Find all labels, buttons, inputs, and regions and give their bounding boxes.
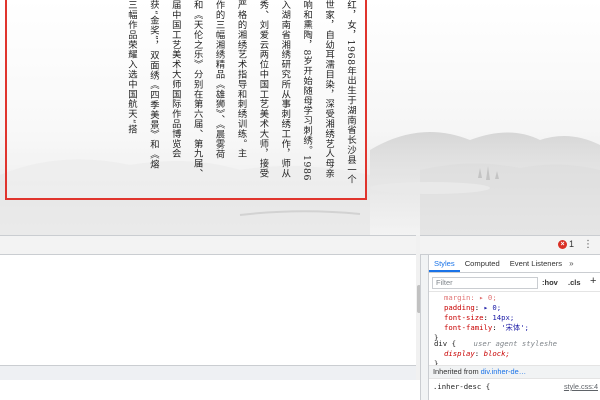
text-column: 获“金奖”，双面绣《四季美景》和《熔 <box>147 0 159 170</box>
dom-breadcrumb-bar[interactable] <box>0 365 416 380</box>
error-count: 1 <box>568 239 574 249</box>
css-declaration[interactable]: font-size: 14px; <box>434 313 529 323</box>
text-column: 响和熏陶，8岁开始随母学习刺绣。1986 <box>301 0 313 182</box>
class-toggle[interactable]: .cls <box>568 278 581 287</box>
css-selector[interactable]: .inher-desc { <box>433 382 490 391</box>
tab-computed[interactable]: Computed <box>460 255 505 272</box>
text-column: 和《天伦之乐》分别在第六届、第九届、 <box>191 0 203 179</box>
inherited-element-link[interactable]: div.inher-de… <box>481 367 526 376</box>
ua-stylesheet-label: user agent styleshe <box>473 339 558 348</box>
css-value: block; <box>483 349 510 358</box>
text-column: 红，女，1968年出生于湖南省长沙县一个 <box>345 0 356 185</box>
css-value: ▸ 0; <box>483 303 502 312</box>
more-tabs-icon[interactable]: » <box>567 255 573 272</box>
css-property: display <box>444 349 475 358</box>
tab-styles[interactable]: Styles <box>429 255 460 272</box>
css-declaration-cut: margin: ▸ 0; <box>444 293 497 302</box>
text-column: 入湖南省湘绣研究所从事刺绣工作，师从 <box>279 0 291 179</box>
web-page-viewport: 红，女，1968年出生于湖南省长沙县一个 世家，自幼耳濡目染，深受湘绣艺人母亲 … <box>0 0 600 235</box>
css-selector[interactable]: div { <box>434 339 456 348</box>
highlighted-text-element[interactable]: 红，女，1968年出生于湖南省长沙县一个 世家，自幼耳濡目染，深受湘绣艺人母亲 … <box>5 0 367 200</box>
text-column: 届中国工艺美术大师国际作品博览会 <box>169 0 181 159</box>
stylesheet-source-link[interactable]: style.css:4 <box>564 382 598 392</box>
pane-splitter[interactable] <box>420 255 429 400</box>
style-rule-block: margin: ▸ 0; padding: ▸ 0; font-size: 14… <box>434 293 529 343</box>
css-value: 14px; <box>492 313 515 322</box>
css-property: font-size <box>444 313 484 322</box>
css-declaration[interactable]: font-family: '宋体'; <box>434 323 529 333</box>
inherited-label: Inherited from <box>433 367 479 376</box>
css-declaration[interactable]: padding: ▸ 0; <box>434 303 529 313</box>
devtools-toolbar: × 1 ⋮ <box>0 235 600 255</box>
text-column: 作的三幅湘绣精品《雄狮》、《晨雾荷 <box>213 0 225 159</box>
new-style-rule-button[interactable]: + <box>590 275 596 287</box>
text-column: 严格的湘绣艺术指导和刺绣训练。主 <box>235 0 247 159</box>
text-column: 三幅作品荣耀入选中国航天“搭 <box>125 0 137 135</box>
styles-sidebar: Styles Computed Event Listeners » Filter… <box>429 255 600 400</box>
error-icon: × <box>557 239 567 249</box>
css-property: padding <box>444 303 475 312</box>
text-column: 秀、刘爱云两位中国工艺美术大师，接受 <box>257 0 269 179</box>
tab-event-listeners[interactable]: Event Listeners <box>505 255 567 272</box>
error-counter[interactable]: × 1 <box>557 239 574 249</box>
styles-filter-bar: Filter :hov .cls + <box>429 274 600 292</box>
text-column: 世家，自幼耳濡目染，深受湘绣艺人母亲 <box>323 0 335 179</box>
inherited-from-header: Inherited from div.inher-de… <box>429 365 600 379</box>
hover-state-toggle[interactable]: :hov <box>542 278 558 287</box>
inherited-style-rule: .inher-desc { style.css:4 <box>433 382 598 392</box>
more-options-icon[interactable]: ⋮ <box>583 238 593 252</box>
sidebar-tabs: Styles Computed Event Listeners » <box>429 255 600 273</box>
styles-filter-input[interactable]: Filter <box>432 277 538 289</box>
css-value: '宋体'; <box>501 323 529 332</box>
vertical-article-text: 红，女，1968年出生于湖南省长沙县一个 世家，自幼耳濡目染，深受湘绣艺人母亲 … <box>120 0 361 196</box>
css-property: font-family <box>444 323 493 332</box>
devtools-panel: × 1 ⋮ Styles Computed Event Listeners » … <box>0 235 600 400</box>
